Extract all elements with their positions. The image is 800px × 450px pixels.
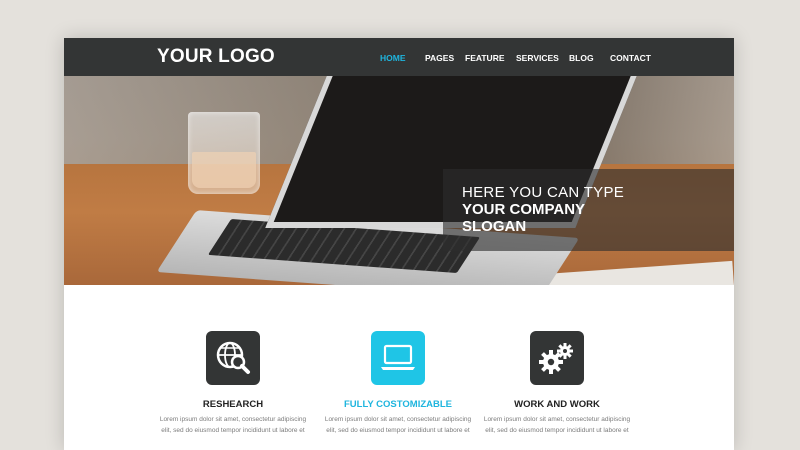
website-mockup: YOUR LOGO HOME PAGES FEATURE SERVICES BL…: [64, 38, 734, 450]
nav-item-feature[interactable]: FEATURE: [465, 53, 505, 63]
slogan-line-1: HERE YOU CAN TYPE: [462, 184, 625, 201]
feature-customizable: FULLY COSTOMIZABLE Lorem ipsum dolor sit…: [323, 331, 473, 436]
feature-description: Lorem ipsum dolor sit amet, consectetur …: [159, 416, 307, 434]
navbar: YOUR LOGO HOME PAGES FEATURE SERVICES BL…: [64, 38, 734, 76]
hero-glass: [188, 112, 260, 194]
feature-description: Lorem ipsum dolor sit amet, consectetur …: [324, 416, 472, 434]
main-nav: HOME PAGES FEATURE SERVICES BLOG CONTACT: [64, 38, 734, 76]
feature-research: RESHEARCH Lorem ipsum dolor sit amet, co…: [158, 331, 308, 436]
nav-item-home[interactable]: HOME: [380, 53, 406, 63]
hero-slider: HERE YOU CAN TYPE YOUR COMPANY SLOGAN: [64, 76, 734, 285]
slogan-box: HERE YOU CAN TYPE YOUR COMPANY SLOGAN: [443, 169, 734, 251]
feature-title: FULLY COSTOMIZABLE: [343, 399, 453, 410]
feature-title: WORK AND WORK: [514, 399, 600, 410]
laptop-icon[interactable]: [371, 331, 425, 385]
feature-description: Lorem ipsum dolor sit amet, consectetur …: [483, 416, 631, 434]
slogan-line-3: SLOGAN: [462, 218, 527, 235]
nav-item-pages[interactable]: PAGES: [425, 53, 454, 63]
gears-icon[interactable]: [530, 331, 584, 385]
nav-item-blog[interactable]: BLOG: [569, 53, 594, 63]
feature-title: RESHEARCH: [202, 399, 264, 410]
nav-item-services[interactable]: SERVICES: [516, 53, 559, 63]
feature-work: WORK AND WORK Lorem ipsum dolor sit amet…: [482, 331, 632, 436]
slogan-line-2: YOUR COMPANY: [462, 201, 586, 218]
nav-item-contact[interactable]: CONTACT: [610, 53, 651, 63]
glass-water: [192, 152, 256, 188]
globe-search-icon[interactable]: [206, 331, 260, 385]
